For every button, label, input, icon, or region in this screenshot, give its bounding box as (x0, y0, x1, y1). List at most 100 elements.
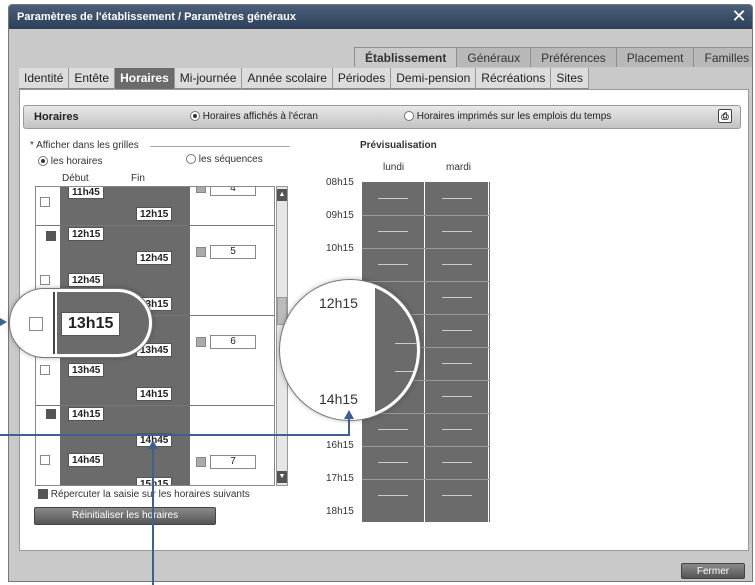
tab-annee-scolaire[interactable]: Année scolaire (242, 68, 333, 89)
grid-options-legend-text: Afficher dans les grilles (36, 140, 139, 151)
preview-tick: 08h15 (326, 177, 354, 188)
sub-tabs: Identité Entête Horaires Mi-journée Anné… (19, 68, 590, 89)
top-tabs: Établissement Généraux Préférences Place… (354, 47, 752, 67)
seq-field[interactable]: 7 (210, 455, 256, 469)
row-end-time[interactable]: 12h45 (136, 251, 173, 265)
preview-row-line (362, 248, 490, 249)
preview-slot (442, 429, 472, 430)
row-checkbox[interactable] (40, 455, 50, 465)
opt-horaires-label: les horaires (50, 156, 103, 167)
repercuter-label: Répercuter la saisie sur les horaires su… (50, 489, 250, 500)
legend-divider (150, 146, 290, 147)
tab-identite[interactable]: Identité (19, 68, 70, 89)
preview-slot (378, 264, 408, 265)
tab-horaires[interactable]: Horaires (115, 68, 175, 89)
callout-line (0, 434, 350, 436)
preview-row-line (362, 446, 490, 447)
row-checkbox[interactable] (40, 197, 50, 207)
opt-horaires[interactable]: les horaires (38, 156, 102, 167)
preview-tick: 10h15 (326, 243, 354, 254)
seq-checkbox[interactable] (196, 457, 206, 467)
preview-row-line (362, 479, 490, 480)
seq-checkbox[interactable] (196, 187, 206, 193)
callout-arrow-icon (344, 410, 354, 419)
tab-entete[interactable]: Entête (69, 68, 116, 89)
row-start-time[interactable]: 12h45 (68, 273, 105, 287)
callout-arrow-icon (0, 318, 7, 326)
zoom-time: 13h15 (61, 312, 121, 336)
section-header: Horaires Horaires affichés à l'écran Hor… (23, 105, 741, 129)
row-end-time[interactable]: 12h15 (136, 207, 173, 221)
seq-field[interactable]: 6 (210, 335, 256, 349)
print-icon[interactable]: ⎙ (718, 109, 732, 123)
close-icon[interactable]: ✕ (730, 5, 748, 27)
preview-row-line (362, 215, 490, 216)
zoom-tick: 14h15 (319, 391, 358, 407)
tab-recreations[interactable]: Récréations (476, 68, 552, 89)
radio-icon[interactable] (38, 156, 48, 167)
preview-slot (442, 495, 472, 496)
preview-tick: 16h15 (326, 440, 354, 451)
radio-screen-option[interactable]: Horaires affichés à l'écran (190, 111, 318, 122)
zoom-checkbox (29, 317, 43, 331)
zoom-tick: 12h15 (319, 295, 358, 311)
repercuter-option[interactable]: Répercuter la saisie sur les horaires su… (38, 489, 250, 500)
preview-tick: 09h15 (326, 210, 354, 221)
preview-slot (378, 198, 408, 199)
tab-generaux[interactable]: Généraux (456, 47, 532, 67)
preview-slot (442, 462, 472, 463)
scroll-down-icon[interactable]: ▼ (277, 471, 287, 483)
tab-periodes[interactable]: Périodes (333, 68, 392, 89)
radio-icon[interactable] (186, 154, 196, 165)
tab-demi-pension[interactable]: Demi-pension (391, 68, 477, 89)
col-debut: Début (62, 173, 89, 184)
zoom-callout-left: 13h15 (10, 289, 152, 357)
zoom-divider (53, 292, 55, 354)
callout-arrow-icon (148, 440, 158, 449)
seq-field[interactable]: 5 (210, 245, 256, 259)
callout-line (348, 418, 350, 436)
preview-slot (442, 231, 472, 232)
reinit-button[interactable]: Réinitialiser les horaires (34, 507, 216, 525)
tab-mi-journee[interactable]: Mi-journée (175, 68, 243, 89)
row-divider (36, 405, 274, 406)
row-checkbox[interactable] (40, 365, 50, 375)
row-checkbox[interactable] (40, 275, 50, 285)
row-start-time[interactable]: 13h45 (68, 363, 105, 377)
section-title: Horaires (34, 111, 79, 123)
row-end-time[interactable]: 14h15 (136, 387, 173, 401)
row-start-time[interactable]: 14h15 (68, 407, 105, 421)
preview-slot (378, 495, 408, 496)
close-button[interactable]: Fermer (681, 563, 745, 579)
tab-placement[interactable]: Placement (615, 47, 695, 67)
tab-preferences[interactable]: Préférences (530, 47, 617, 67)
preview-slot (442, 297, 472, 298)
radio-icon[interactable] (190, 111, 200, 122)
zoom-preview-col (375, 283, 417, 417)
preview-slot (442, 264, 472, 265)
row-start-time[interactable]: 12h15 (68, 227, 105, 241)
repercuter-checkbox[interactable] (38, 489, 48, 500)
opt-sequences[interactable]: les séquences (186, 154, 263, 165)
tab-sites[interactable]: Sites (551, 68, 590, 89)
preview-slot (378, 231, 408, 232)
radio-print-option[interactable]: Horaires imprimés sur les emplois du tem… (404, 111, 611, 122)
tab-familles[interactable]: Familles (693, 47, 752, 67)
seq-checkbox[interactable] (196, 337, 206, 347)
row-start-time[interactable]: 11h45 (68, 187, 104, 199)
row-start-time[interactable]: 14h45 (68, 453, 105, 467)
grid-options-legend: * Afficher dans les grilles (30, 140, 139, 151)
opt-sequences-label: les séquences (198, 154, 263, 165)
row-end-time[interactable]: 15h15 (136, 477, 173, 485)
seq-field[interactable]: 4 (210, 187, 256, 196)
window-title: Paramètres de l'établissement / Paramètr… (9, 5, 752, 29)
row-checkbox[interactable] (46, 231, 56, 241)
preview-slot (442, 363, 472, 364)
seq-checkbox[interactable] (196, 247, 206, 257)
scroll-up-icon[interactable]: ▲ (277, 189, 287, 201)
preview-col-mardi (426, 182, 489, 522)
tab-etablissement[interactable]: Établissement (354, 47, 458, 67)
radio-icon[interactable] (404, 111, 414, 122)
preview-tick: 17h15 (326, 473, 354, 484)
row-checkbox[interactable] (46, 409, 56, 419)
